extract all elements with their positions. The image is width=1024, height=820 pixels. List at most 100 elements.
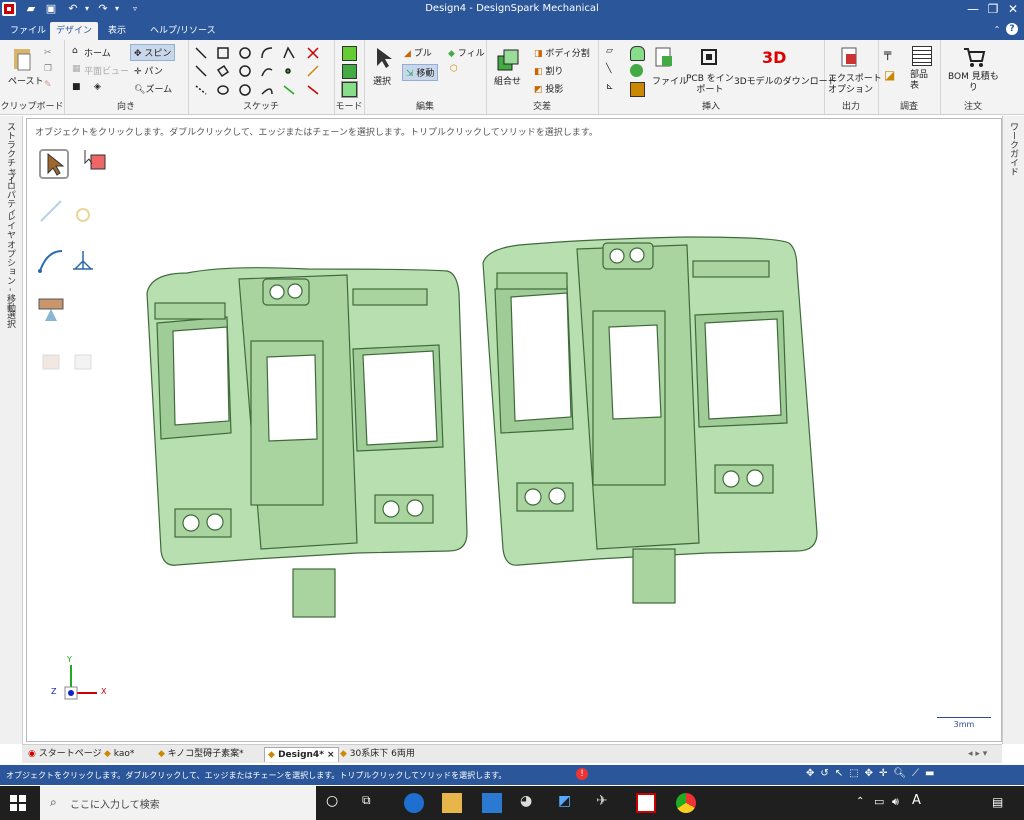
zoom-button[interactable]: 🔍︎ズーム [134,82,172,95]
spin-button[interactable]: ✥ スピン [130,44,176,61]
designspark-taskbar-icon[interactable] [636,793,656,813]
status-tools-icon[interactable]: ✥↺↖⬚✥✛🔍︎⟋▬ [806,768,941,779]
paint-icon[interactable]: ◕ [520,793,540,813]
3d-download-icon[interactable]: 3D [762,48,786,67]
plan-view-button[interactable]: 平面ビュー [84,64,129,77]
cut-icon[interactable]: ✂ [44,48,52,58]
tab-scroll-icon[interactable]: ◂ ▸ ▾ [968,747,987,761]
network-icon[interactable]: ▭ [874,795,884,808]
app-shortcut-icon[interactable]: ◩ [558,793,578,813]
insert-file-icon[interactable] [654,46,676,70]
doc-tab-insulator[interactable]: ◆ キノコ型碍子素案* [158,747,244,761]
fill-button[interactable]: ◆ フィル [448,46,485,59]
move-handle-tool-guide[interactable] [37,197,67,227]
windows-start-icon[interactable] [10,795,26,811]
tool-icon[interactable]: ✈ [596,793,616,813]
cortana-icon[interactable]: ○ [326,793,346,813]
split-body-button[interactable]: ◨ ボディ分割 [534,46,590,59]
blend-icon[interactable]: ⬡ [450,64,458,74]
export-icon[interactable] [840,46,862,70]
chrome-icon[interactable] [676,793,696,813]
3d-download-button[interactable]: 3Dモデルのダウンロード [734,74,837,87]
doc-tab-design4[interactable]: ◆ Design4* × [264,747,339,762]
sketch-tools-icon[interactable] [194,46,330,98]
anchor-tool-guide[interactable] [69,197,99,227]
model-viewport[interactable] [127,233,827,643]
view-cube-alt-icon[interactable]: ◈ [94,82,101,92]
sketch-mode-icon[interactable] [342,46,357,61]
pcb-import-icon[interactable] [698,46,720,70]
copy-icon[interactable]: ❐ [44,64,52,74]
tray-chevron-icon[interactable]: ⌃ [856,796,864,807]
detach-tool-guide[interactable] [37,347,67,377]
help-icon[interactable]: ? [1006,23,1018,35]
combine-icon[interactable] [496,48,522,72]
paste-icon[interactable] [12,46,34,72]
pull-button[interactable]: ◢ プル [404,46,432,59]
3d-mode-icon[interactable] [341,81,358,98]
tab-design[interactable]: デザイン [50,22,99,40]
path-tool-guide[interactable] [37,247,67,277]
volume-icon[interactable]: 🔊︎ [892,795,899,809]
mail-icon[interactable] [482,793,502,813]
section-mode-icon[interactable] [342,64,357,79]
tab-help-resources[interactable]: ヘルプ/リソース [144,22,222,40]
measure-icon[interactable]: ╤ [884,46,891,60]
format-painter-icon[interactable]: ✎ [44,80,52,90]
select-other-tool-guide[interactable] [81,147,111,177]
select-tool-guide[interactable] [39,149,69,179]
check-geometry-icon[interactable]: ◪ [884,68,895,82]
model-part-left[interactable] [146,267,468,618]
bom-quote-button[interactable]: BOM 見積も り [948,72,999,94]
doc-tab-start-page[interactable]: ◉ スタートページ [28,747,102,761]
cart-icon[interactable] [962,46,986,68]
sphere-icon[interactable] [630,64,643,77]
cylinder-icon[interactable] [630,46,645,61]
plan-view-icon[interactable]: ▦ [72,64,81,74]
edge-icon[interactable] [404,793,424,813]
tab-layers[interactable]: レイヤ [4,212,17,239]
doc-tab-30-series[interactable]: ◆ 30系床下 6両用 [340,747,415,761]
ruler-tool-guide[interactable] [37,295,67,325]
equation-icon[interactable] [630,82,645,97]
origin-icon[interactable]: ⊾ [606,82,614,92]
move-button[interactable]: ⇲ 移動 [402,64,439,81]
split-button[interactable]: ◧ 割り [534,64,563,77]
parts-table-button[interactable]: 部品 表 [910,70,928,92]
plane-icon[interactable]: ▱ [606,46,613,56]
tab-selection[interactable]: 選択 [4,310,17,328]
paste-label[interactable]: ペースト [8,74,44,87]
pan-button[interactable]: ✛ パン [134,64,163,77]
collapse-ribbon-icon[interactable]: ⌃ [990,23,1004,37]
project-button[interactable]: ◩ 投影 [534,82,563,95]
view-cube-icon[interactable]: ■ [72,82,81,92]
doc-tab-kao[interactable]: ◆ kao* [104,747,134,761]
task-view-icon[interactable]: ⧉ [362,793,382,813]
file-explorer-icon[interactable] [442,793,462,813]
home-icon[interactable]: ⌂ [72,46,78,56]
export-options-button[interactable]: エクスポート オプション [828,74,882,96]
parts-table-icon[interactable] [912,46,932,66]
design-canvas[interactable]: オブジェクトをクリックします。ダブルクリックして、エッジまたはチェーンを選択しま… [26,118,1002,742]
tab-workguide[interactable]: ワークガイド [1007,122,1020,176]
axis-tool-guide[interactable] [69,247,99,277]
notifications-icon[interactable]: ▤ [992,795,1003,809]
combine-button[interactable]: 組合せ [494,74,521,87]
insert-file-button[interactable]: ファイル [652,74,688,87]
axis-icon[interactable]: ╲ [606,64,611,74]
home-button[interactable]: ホーム [84,46,111,59]
close-tab-icon[interactable]: × [327,750,335,760]
tab-properties[interactable]: プロパティ [4,172,17,217]
model-part-right[interactable] [482,236,818,604]
warning-icon[interactable]: ! [576,768,588,780]
taskbar-search-box[interactable]: ⌕ ここに入力して検索 [40,786,316,820]
close-button[interactable]: ✕ [998,0,1024,19]
select-arrow-icon[interactable] [374,46,394,70]
select-button[interactable]: 選択 [373,74,391,87]
ime-indicator[interactable]: A [912,793,921,808]
tab-view[interactable]: 表示 [102,22,132,40]
tab-options-move[interactable]: オプション - 移動 [4,240,17,312]
pcb-import-button[interactable]: PCB をイン ポート [686,74,734,96]
up-to-tool-guide[interactable] [69,347,99,377]
tab-file[interactable]: ファイル [4,22,52,40]
